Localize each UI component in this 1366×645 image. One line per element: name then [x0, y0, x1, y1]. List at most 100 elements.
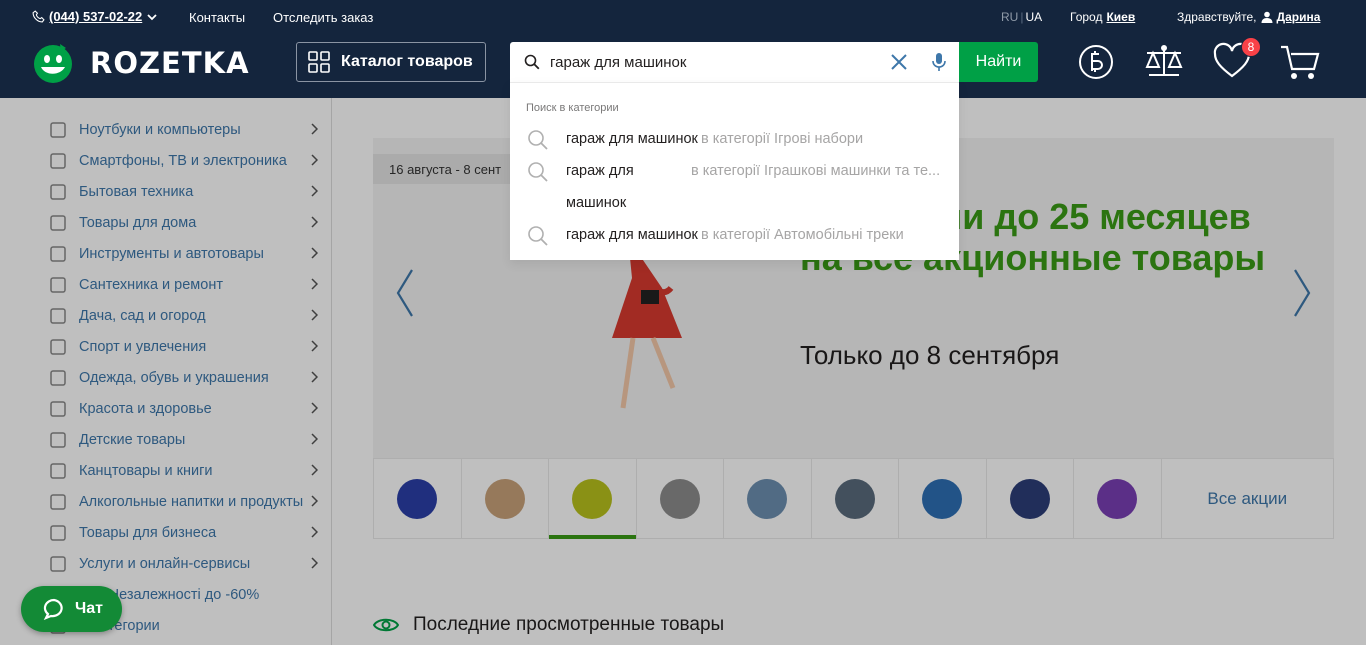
- sidebar-item-label: Детские товары: [79, 431, 186, 448]
- all-promotions-link[interactable]: Все акции: [1162, 459, 1334, 538]
- suggestion-item[interactable]: гараж для машинок в категорії Іграшкові …: [510, 155, 959, 219]
- sidebar-item-label: Ноутбуки и компьютеры: [79, 121, 241, 138]
- sidebar-item[interactable]: Дача, сад и огород: [48, 300, 320, 331]
- promo-thumbnail-image: [572, 478, 613, 519]
- sidebar-item[interactable]: Детские товары: [48, 424, 320, 455]
- suggestion-category: в категорії Іграшкові машинки та те...: [691, 163, 941, 179]
- bonus-coin-icon[interactable]: [1077, 41, 1115, 81]
- promo-thumbnail[interactable]: [374, 459, 462, 538]
- sidebar-item[interactable]: Красота и здоровье: [48, 393, 320, 424]
- track-order-link[interactable]: Отследить заказ: [273, 10, 373, 25]
- catalog-button[interactable]: Каталог товаров: [296, 42, 486, 82]
- bear-icon: [48, 430, 68, 450]
- grid-icon: [308, 51, 330, 73]
- chevron-right-icon: [310, 247, 319, 263]
- chair-icon: [48, 213, 68, 233]
- lang-ru[interactable]: RU: [1001, 10, 1018, 24]
- chevron-right-icon: [310, 557, 319, 573]
- promo-thumbnail[interactable]: [462, 459, 549, 538]
- sidebar-item[interactable]: Товары для дома: [48, 207, 320, 238]
- search-button[interactable]: Найти: [959, 42, 1038, 82]
- recently-viewed-header: Последние просмотренные товары: [373, 614, 724, 636]
- cart-icon[interactable]: [1279, 41, 1321, 83]
- search-suggestions-dropdown: Поиск в категории гараж для машинок в ка…: [510, 82, 959, 260]
- suggestion-query: гараж для: [566, 163, 634, 179]
- sidebar-item[interactable]: Ноутбуки и компьютеры: [48, 114, 320, 145]
- promo-thumbnail[interactable]: [637, 459, 724, 538]
- sidebar-item[interactable]: Одежда, обувь и украшения: [48, 362, 320, 393]
- tools-icon: [48, 244, 68, 264]
- phone-link[interactable]: (044) 537-02-22: [32, 9, 158, 24]
- city-label: Город: [1070, 10, 1103, 24]
- promo-thumbnail-image: [1009, 478, 1050, 519]
- sidebar-item[interactable]: Смартфоны, ТВ и электроника: [48, 145, 320, 176]
- sidebar-item[interactable]: Алкогольные напитки и продукты: [48, 486, 320, 517]
- promo-thumbnail-image: [747, 478, 788, 519]
- promo-thumbnail-image: [659, 478, 700, 519]
- chevron-left-icon[interactable]: [395, 268, 415, 318]
- comparison-scales-icon[interactable]: [1143, 41, 1185, 81]
- recently-viewed-title: Последние просмотренные товары: [413, 614, 725, 635]
- sidebar-item-label: Смартфоны, ТВ и электроника: [79, 152, 287, 169]
- sidebar-item-label: Товары для дома: [79, 214, 197, 231]
- sidebar-item[interactable]: Инструменты и автотовары: [48, 238, 320, 269]
- sidebar-item[interactable]: Спорт и увлечения: [48, 331, 320, 362]
- chat-bubble-icon: [43, 598, 63, 620]
- promo-thumbnail[interactable]: [812, 459, 899, 538]
- promo-thumbnail-image: [1097, 478, 1138, 519]
- user-greeting: Здравствуйте, Дарина: [1177, 10, 1320, 24]
- rozetka-logo[interactable]: ROZETKA: [32, 42, 250, 84]
- banner-woman-illustration: [612, 238, 682, 409]
- chevron-right-icon: [310, 309, 319, 325]
- promo-thumbnail-image: [834, 478, 875, 519]
- beauty-icon: [48, 399, 68, 419]
- city-selector[interactable]: Город Киев: [1070, 10, 1135, 24]
- sidebar-item[interactable]: Канцтовары и книги: [48, 455, 320, 486]
- chat-button[interactable]: Чат: [21, 586, 122, 632]
- sidebar-item-label: Инструменты и автотовары: [79, 245, 264, 262]
- chevron-right-icon: [310, 433, 319, 449]
- sidebar-item-label: Бытовая техника: [79, 183, 194, 200]
- chevron-right-icon: [310, 495, 319, 511]
- sidebar-item[interactable]: Услуги и онлайн-сервисы: [48, 548, 320, 579]
- promo-thumbnail[interactable]: [724, 459, 812, 538]
- promo-thumbnail[interactable]: [1074, 459, 1162, 538]
- promo-thumbnail[interactable]: [899, 459, 987, 538]
- chevron-right-icon: [310, 216, 319, 232]
- greeting-text: Здравствуйте,: [1177, 10, 1257, 24]
- suggestions-caption: Поиск в категории: [526, 102, 619, 114]
- promo-thumbnail[interactable]: [987, 459, 1074, 538]
- microphone-icon[interactable]: [930, 51, 948, 73]
- search-input[interactable]: гараж для машинок: [510, 42, 959, 82]
- city-value[interactable]: Киев: [1106, 10, 1135, 24]
- banner-subline: Только до 8 сентября: [800, 340, 1060, 370]
- language-switch: RU | UA: [1001, 10, 1043, 24]
- contacts-link[interactable]: Контакты: [189, 10, 245, 25]
- smartphone-icon: [48, 151, 68, 171]
- paperclip-icon: [48, 461, 68, 481]
- sidebar-item[interactable]: Бытовая техника: [48, 176, 320, 207]
- search-value: гараж для машинок: [550, 54, 687, 71]
- chevron-right-icon: [310, 526, 319, 542]
- chat-label: Чат: [75, 600, 103, 617]
- sidebar-item-label: Услуги и онлайн-сервисы: [79, 555, 251, 572]
- suggestion-item[interactable]: гараж для машинок в категорії Автомобіль…: [510, 219, 959, 251]
- search-icon: [528, 162, 548, 182]
- sidebar-item[interactable]: Товары для бизнеса: [48, 517, 320, 548]
- garden-icon: [48, 306, 68, 326]
- chevron-right-icon[interactable]: [1292, 268, 1312, 318]
- sidebar-item-label: Одежда, обувь и украшения: [79, 369, 269, 386]
- suggestion-query-line2: машинок: [566, 195, 627, 211]
- suggestion-item[interactable]: гараж для машинок в категорії Ігрові наб…: [510, 123, 959, 155]
- sidebar-item-label: Спорт и увлечения: [79, 338, 207, 355]
- sidebar-item-label: Канцтовары и книги: [79, 462, 213, 479]
- suggestion-query: гараж для машинок: [566, 227, 698, 243]
- sidebar-item[interactable]: Сантехника и ремонт: [48, 269, 320, 300]
- promo-thumbnail[interactable]: [549, 459, 637, 539]
- chevron-right-icon: [310, 371, 319, 387]
- user-name-link[interactable]: Дарина: [1277, 10, 1321, 24]
- search-icon: [528, 130, 548, 150]
- lang-ua[interactable]: UA: [1025, 10, 1042, 24]
- close-icon[interactable]: [888, 51, 910, 73]
- chevron-right-icon: [310, 278, 319, 294]
